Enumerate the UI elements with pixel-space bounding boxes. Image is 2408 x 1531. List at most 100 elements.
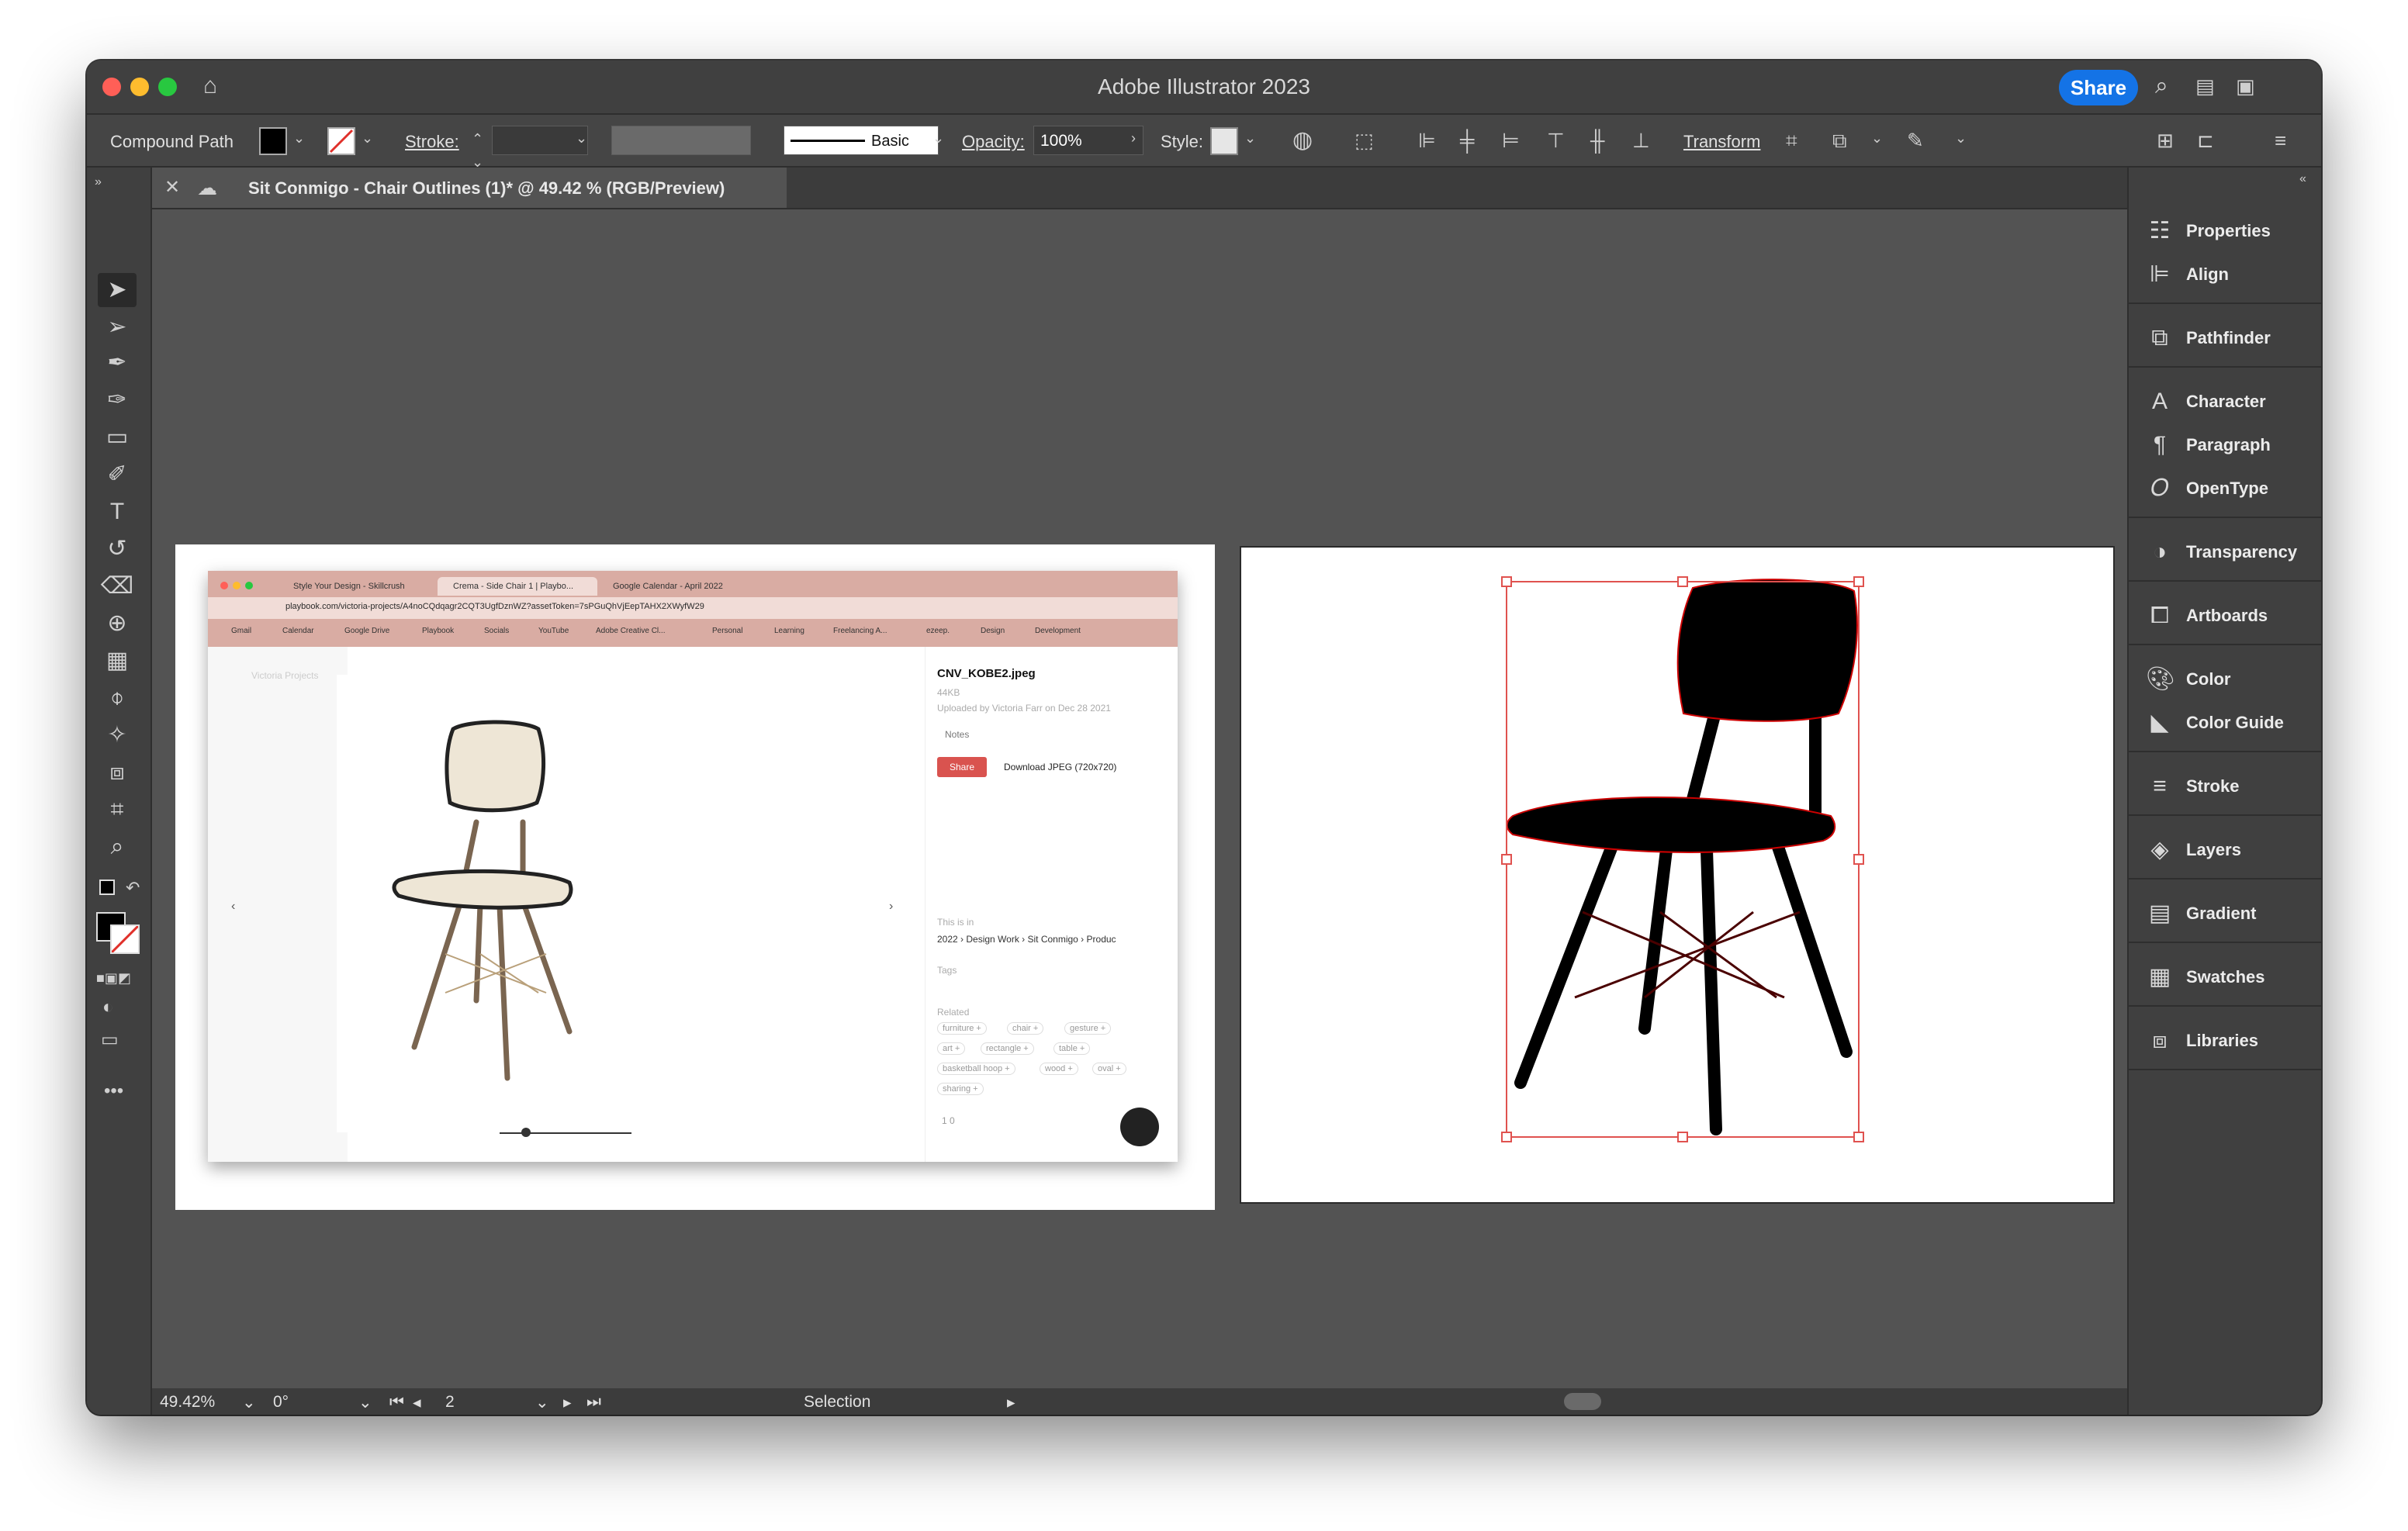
shape-builder-tool-icon[interactable]: ⊕: [98, 607, 137, 641]
close-tab-icon[interactable]: ✕: [164, 176, 180, 199]
align-horizontal-center-icon[interactable]: ╪: [1460, 129, 1474, 152]
panel-opentype[interactable]: 𝑂 OpenType: [2143, 467, 2321, 510]
variable-width-profile[interactable]: [611, 126, 751, 155]
live-paint-tool-icon[interactable]: ⧈: [98, 755, 137, 790]
swap-colors-icon[interactable]: ↶: [126, 876, 140, 900]
eraser-tool-icon[interactable]: ⌫: [98, 569, 137, 603]
prev-image-icon[interactable]: ‹: [231, 895, 235, 918]
panel-menu-icon[interactable]: ≡: [2275, 129, 2286, 152]
stroke-label[interactable]: Stroke:: [405, 132, 459, 152]
panel-paragraph[interactable]: ¶ Paragraph: [2143, 423, 2321, 467]
rotate-tool-icon[interactable]: ↺: [98, 532, 137, 566]
stroke-dropdown-chevron-icon[interactable]: ⌄: [362, 130, 373, 147]
collapse-panels-icon[interactable]: «: [2299, 168, 2306, 191]
share-button[interactable]: Share: [2059, 70, 2138, 105]
canvas[interactable]: Style Your Design - Skillcrush Crema - S…: [152, 209, 2188, 1388]
artboard-chevron-icon[interactable]: ⌄: [535, 1393, 549, 1412]
zoom-slider[interactable]: [500, 1132, 631, 1134]
panel-artboards[interactable]: ⧠ Artboards: [2143, 594, 2321, 638]
direct-selection-tool-icon[interactable]: ➢: [98, 310, 137, 344]
zoom-slider-thumb[interactable]: [521, 1128, 531, 1137]
search-icon[interactable]: ⌕: [2155, 74, 2168, 98]
asset-notes[interactable]: Notes: [945, 729, 969, 740]
opacity-label[interactable]: Opacity:: [962, 132, 1025, 152]
related-tag[interactable]: wood +: [1040, 1063, 1078, 1075]
transform-label[interactable]: Transform: [1683, 132, 1760, 152]
more-options-chevron-icon[interactable]: ⌄: [1955, 130, 1967, 147]
related-tag[interactable]: basketball hoop +: [937, 1063, 1015, 1075]
align-top-icon[interactable]: ⊤: [1547, 129, 1565, 152]
align-right-icon[interactable]: ⊨: [1502, 129, 1520, 152]
panel-stroke[interactable]: ≡ Stroke: [2143, 765, 2321, 808]
align-vertical-center-icon[interactable]: ╫: [1590, 129, 1604, 152]
previous-artboard-icon[interactable]: ◂: [413, 1393, 421, 1412]
asset-path[interactable]: 2022 › Design Work › Sit Conmigo › Produ…: [937, 934, 1116, 945]
arrange-icon[interactable]: ⊞: [2157, 129, 2174, 152]
asset-share-button[interactable]: Share: [937, 757, 987, 777]
edit-toolbar-icon[interactable]: •••: [104, 1080, 123, 1103]
related-tag[interactable]: art +: [937, 1042, 966, 1055]
panel-pathfinder[interactable]: ⧉ Pathfinder: [2143, 316, 2321, 360]
opacity-field[interactable]: 100%: [1033, 126, 1143, 155]
related-tag[interactable]: table +: [1054, 1042, 1091, 1055]
align-left-icon[interactable]: ⊫: [1418, 129, 1436, 152]
chair-silhouette[interactable]: [1241, 548, 2116, 1205]
zoom-level[interactable]: 49.42%: [160, 1393, 215, 1412]
asset-download-button[interactable]: Download JPEG (720x720): [1004, 762, 1116, 772]
rectangle-tool-icon[interactable]: ▭: [98, 420, 137, 454]
recolor-artwork-icon[interactable]: ◍: [1292, 129, 1313, 152]
related-tag[interactable]: chair +: [1007, 1022, 1044, 1035]
panel-gradient[interactable]: ▤ Gradient: [2143, 892, 2321, 935]
zoom-chevron-icon[interactable]: ⌄: [242, 1393, 256, 1412]
panel-properties[interactable]: ☷ Properties: [2143, 209, 2321, 253]
select-similar-chevron-icon[interactable]: ⌄: [1871, 130, 1883, 147]
brush-chevron-icon[interactable]: ⌄: [932, 130, 944, 147]
opacity-chevron-icon[interactable]: ›: [1131, 130, 1136, 147]
rotation-value[interactable]: 0°: [273, 1393, 289, 1412]
panel-character[interactable]: A Character: [2143, 380, 2321, 423]
related-tag[interactable]: furniture +: [937, 1022, 987, 1035]
next-image-icon[interactable]: ›: [889, 895, 893, 918]
stroke-weight-field[interactable]: [492, 126, 588, 155]
panel-swatches[interactable]: ▦ Swatches: [2143, 956, 2321, 999]
gradient-tool-icon[interactable]: ▦: [98, 644, 137, 678]
style-chevron-icon[interactable]: ⌄: [1244, 130, 1256, 147]
pen-tool-icon[interactable]: ✒: [98, 346, 137, 380]
related-tag[interactable]: oval +: [1092, 1063, 1126, 1075]
related-tag[interactable]: sharing +: [937, 1083, 984, 1095]
selection-tool-icon[interactable]: ➤: [98, 273, 137, 307]
stroke-weight-chevron-icon[interactable]: ⌄: [576, 130, 587, 147]
artboard-number[interactable]: 2: [445, 1393, 455, 1412]
next-artboard-icon[interactable]: ▸: [563, 1393, 572, 1412]
draw-mode-icon[interactable]: ◐: [102, 996, 114, 1019]
align-bottom-icon[interactable]: ⊥: [1632, 129, 1650, 152]
graphic-style-swatch[interactable]: [1210, 127, 1238, 155]
fill-swatch[interactable]: [259, 127, 287, 155]
color-mode-icons[interactable]: ■▣◩: [96, 966, 131, 990]
last-artboard-icon[interactable]: ⏭: [586, 1393, 601, 1412]
type-tool-icon[interactable]: T: [98, 495, 137, 529]
arrange-documents-icon[interactable]: ▣: [2236, 74, 2255, 98]
tab-document[interactable]: ✕ ☁ Sit Conmigo - Chair Outlines (1)* @ …: [150, 168, 787, 208]
isolate-group-icon[interactable]: ⌗: [1786, 129, 1797, 152]
panel-color-guide[interactable]: ◣ Color Guide: [2143, 701, 2321, 745]
expand-toolbar-icon[interactable]: »: [95, 171, 102, 194]
select-similar-icon[interactable]: ⧉: [1832, 129, 1847, 152]
fill-dropdown-chevron-icon[interactable]: ⌄: [293, 130, 305, 147]
screen-mode-icon[interactable]: ▭: [101, 1028, 119, 1052]
artboard-tool-icon[interactable]: ⌗: [98, 793, 137, 827]
curvature-tool-icon[interactable]: ✑: [98, 383, 137, 417]
panel-color[interactable]: 🎨︎ Color: [2143, 658, 2321, 701]
embedded-browser-screenshot[interactable]: Style Your Design - Skillcrush Crema - S…: [208, 571, 1178, 1162]
stroke-color-icon[interactable]: [110, 924, 140, 954]
paintbrush-tool-icon[interactable]: ✐: [98, 458, 137, 492]
workspace-switcher-icon[interactable]: ▤: [2195, 74, 2215, 98]
eyedropper-tool-icon[interactable]: ⌽: [98, 681, 137, 715]
stroke-swatch[interactable]: [327, 127, 355, 155]
distribute-icon[interactable]: ⊏: [2197, 129, 2214, 152]
artboard-2[interactable]: [1240, 546, 2115, 1204]
panel-transparency[interactable]: ◑ Transparency: [2143, 530, 2321, 574]
zoom-tool-icon[interactable]: ⌕: [98, 830, 137, 864]
rotation-chevron-icon[interactable]: ⌄: [358, 1393, 372, 1412]
align-to-icon[interactable]: ⬚: [1354, 129, 1374, 152]
